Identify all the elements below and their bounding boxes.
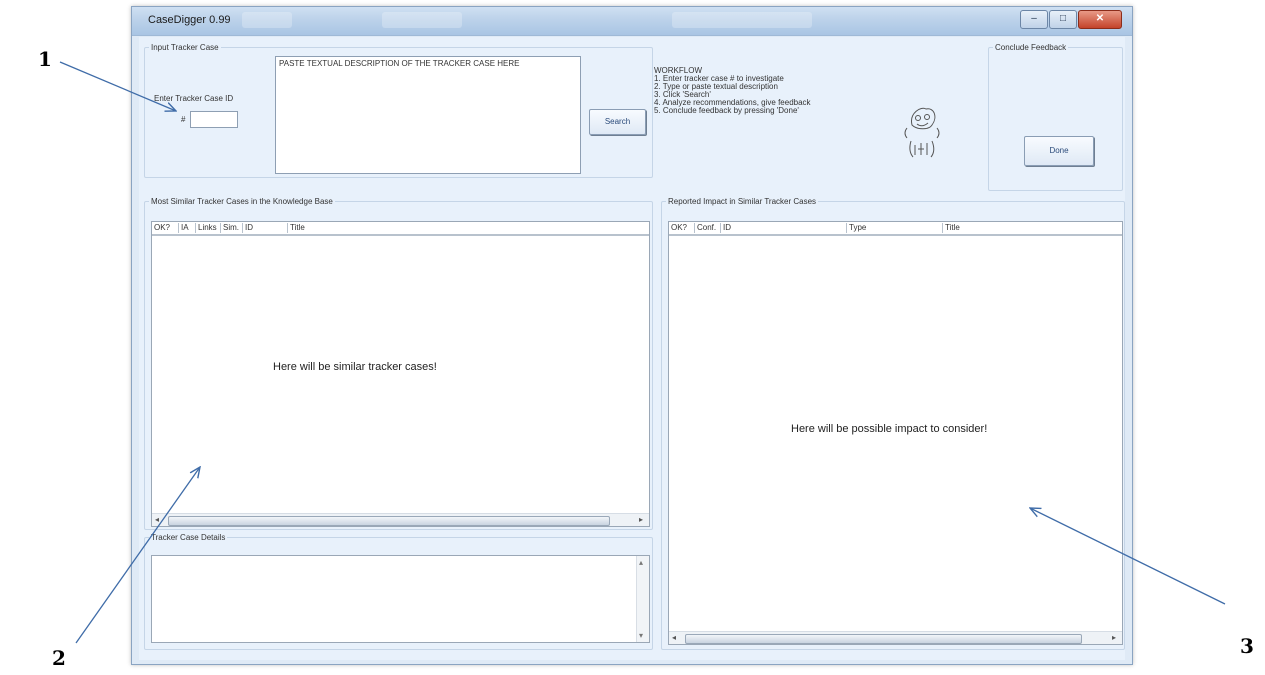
column-header[interactable]: Links [196, 223, 221, 233]
horizontal-scrollbar[interactable]: ◂ ▸ [669, 631, 1122, 644]
group-legend: Tracker Case Details [151, 533, 226, 542]
close-button[interactable]: ✕ [1078, 10, 1122, 29]
scroll-down-icon[interactable]: ▾ [639, 631, 643, 640]
column-header[interactable]: Sim. [221, 223, 243, 233]
title-bar-blur [672, 12, 812, 28]
workflow-panel: WORKFLOW 1. Enter tracker case # to inve… [654, 67, 811, 115]
scroll-left-icon[interactable]: ◂ [672, 633, 676, 642]
column-header[interactable]: ID [721, 223, 847, 233]
scrollbar-thumb[interactable] [685, 634, 1082, 644]
scroll-up-icon[interactable]: ▴ [639, 558, 643, 567]
list-header: OK? IA Links Sim. ID Title [152, 222, 649, 236]
column-header[interactable]: OK? [669, 223, 695, 233]
minimize-button[interactable]: – [1020, 10, 1048, 29]
similar-cases-list[interactable]: OK? IA Links Sim. ID Title Here will be … [151, 221, 650, 527]
similar-cases-placeholder: Here will be similar tracker cases! [273, 361, 437, 373]
column-header[interactable]: OK? [152, 223, 179, 233]
scroll-right-icon[interactable]: ▸ [639, 515, 643, 524]
app-window: CaseDigger 0.99 – □ ✕ Input Tracker Case… [131, 6, 1133, 665]
conclude-feedback-group: Conclude Feedback [988, 43, 1123, 191]
group-legend: Most Similar Tracker Cases in the Knowle… [151, 197, 333, 206]
maximize-button[interactable]: □ [1049, 10, 1077, 29]
group-legend: Input Tracker Case [151, 43, 219, 52]
done-button[interactable]: Done [1024, 136, 1094, 166]
title-bar-blur [242, 12, 292, 28]
description-placeholder: PASTE TEXTUAL DESCRIPTION OF THE TRACKER… [279, 59, 520, 68]
column-header[interactable]: Title [943, 223, 1122, 233]
title-bar-blur [382, 12, 462, 28]
callout-1: 1 [38, 47, 52, 71]
workflow-step: 5. Conclude feedback by pressing 'Done' [654, 106, 799, 115]
digger-mascot-icon [904, 107, 940, 158]
group-legend: Reported Impact in Similar Tracker Cases [668, 197, 817, 206]
title-bar[interactable]: CaseDigger 0.99 – □ ✕ [132, 7, 1132, 36]
details-textbox[interactable]: ▴ ▾ [151, 555, 650, 643]
callout-3: 3 [1240, 634, 1254, 658]
hash-label: # [181, 115, 186, 124]
vertical-scrollbar[interactable]: ▴ ▾ [636, 556, 649, 642]
column-header[interactable]: Type [847, 223, 943, 233]
list-header: OK? Conf. ID Type Title [669, 222, 1122, 236]
impact-placeholder: Here will be possible impact to consider… [791, 423, 988, 435]
case-id-input[interactable] [190, 111, 238, 128]
scrollbar-thumb[interactable] [168, 516, 610, 526]
callout-2: 2 [52, 646, 66, 670]
search-button[interactable]: Search [589, 109, 646, 135]
window-controls: – □ ✕ [1019, 10, 1122, 29]
column-header[interactable]: Title [288, 223, 649, 233]
client-area: Input Tracker Case Enter Tracker Case ID… [139, 37, 1125, 660]
window-title: CaseDigger 0.99 [148, 14, 231, 26]
case-id-label: Enter Tracker Case ID [154, 94, 234, 103]
scroll-right-icon[interactable]: ▸ [1112, 633, 1116, 642]
horizontal-scrollbar[interactable]: ◂ ▸ [152, 513, 649, 526]
column-header[interactable]: IA [179, 223, 196, 233]
impact-list[interactable]: OK? Conf. ID Type Title Here will be pos… [668, 221, 1123, 645]
column-header[interactable]: Conf. [695, 223, 721, 233]
column-header[interactable]: ID [243, 223, 288, 233]
group-legend: Conclude Feedback [995, 43, 1067, 52]
description-textarea[interactable]: PASTE TEXTUAL DESCRIPTION OF THE TRACKER… [275, 56, 581, 174]
scroll-left-icon[interactable]: ◂ [155, 515, 159, 524]
